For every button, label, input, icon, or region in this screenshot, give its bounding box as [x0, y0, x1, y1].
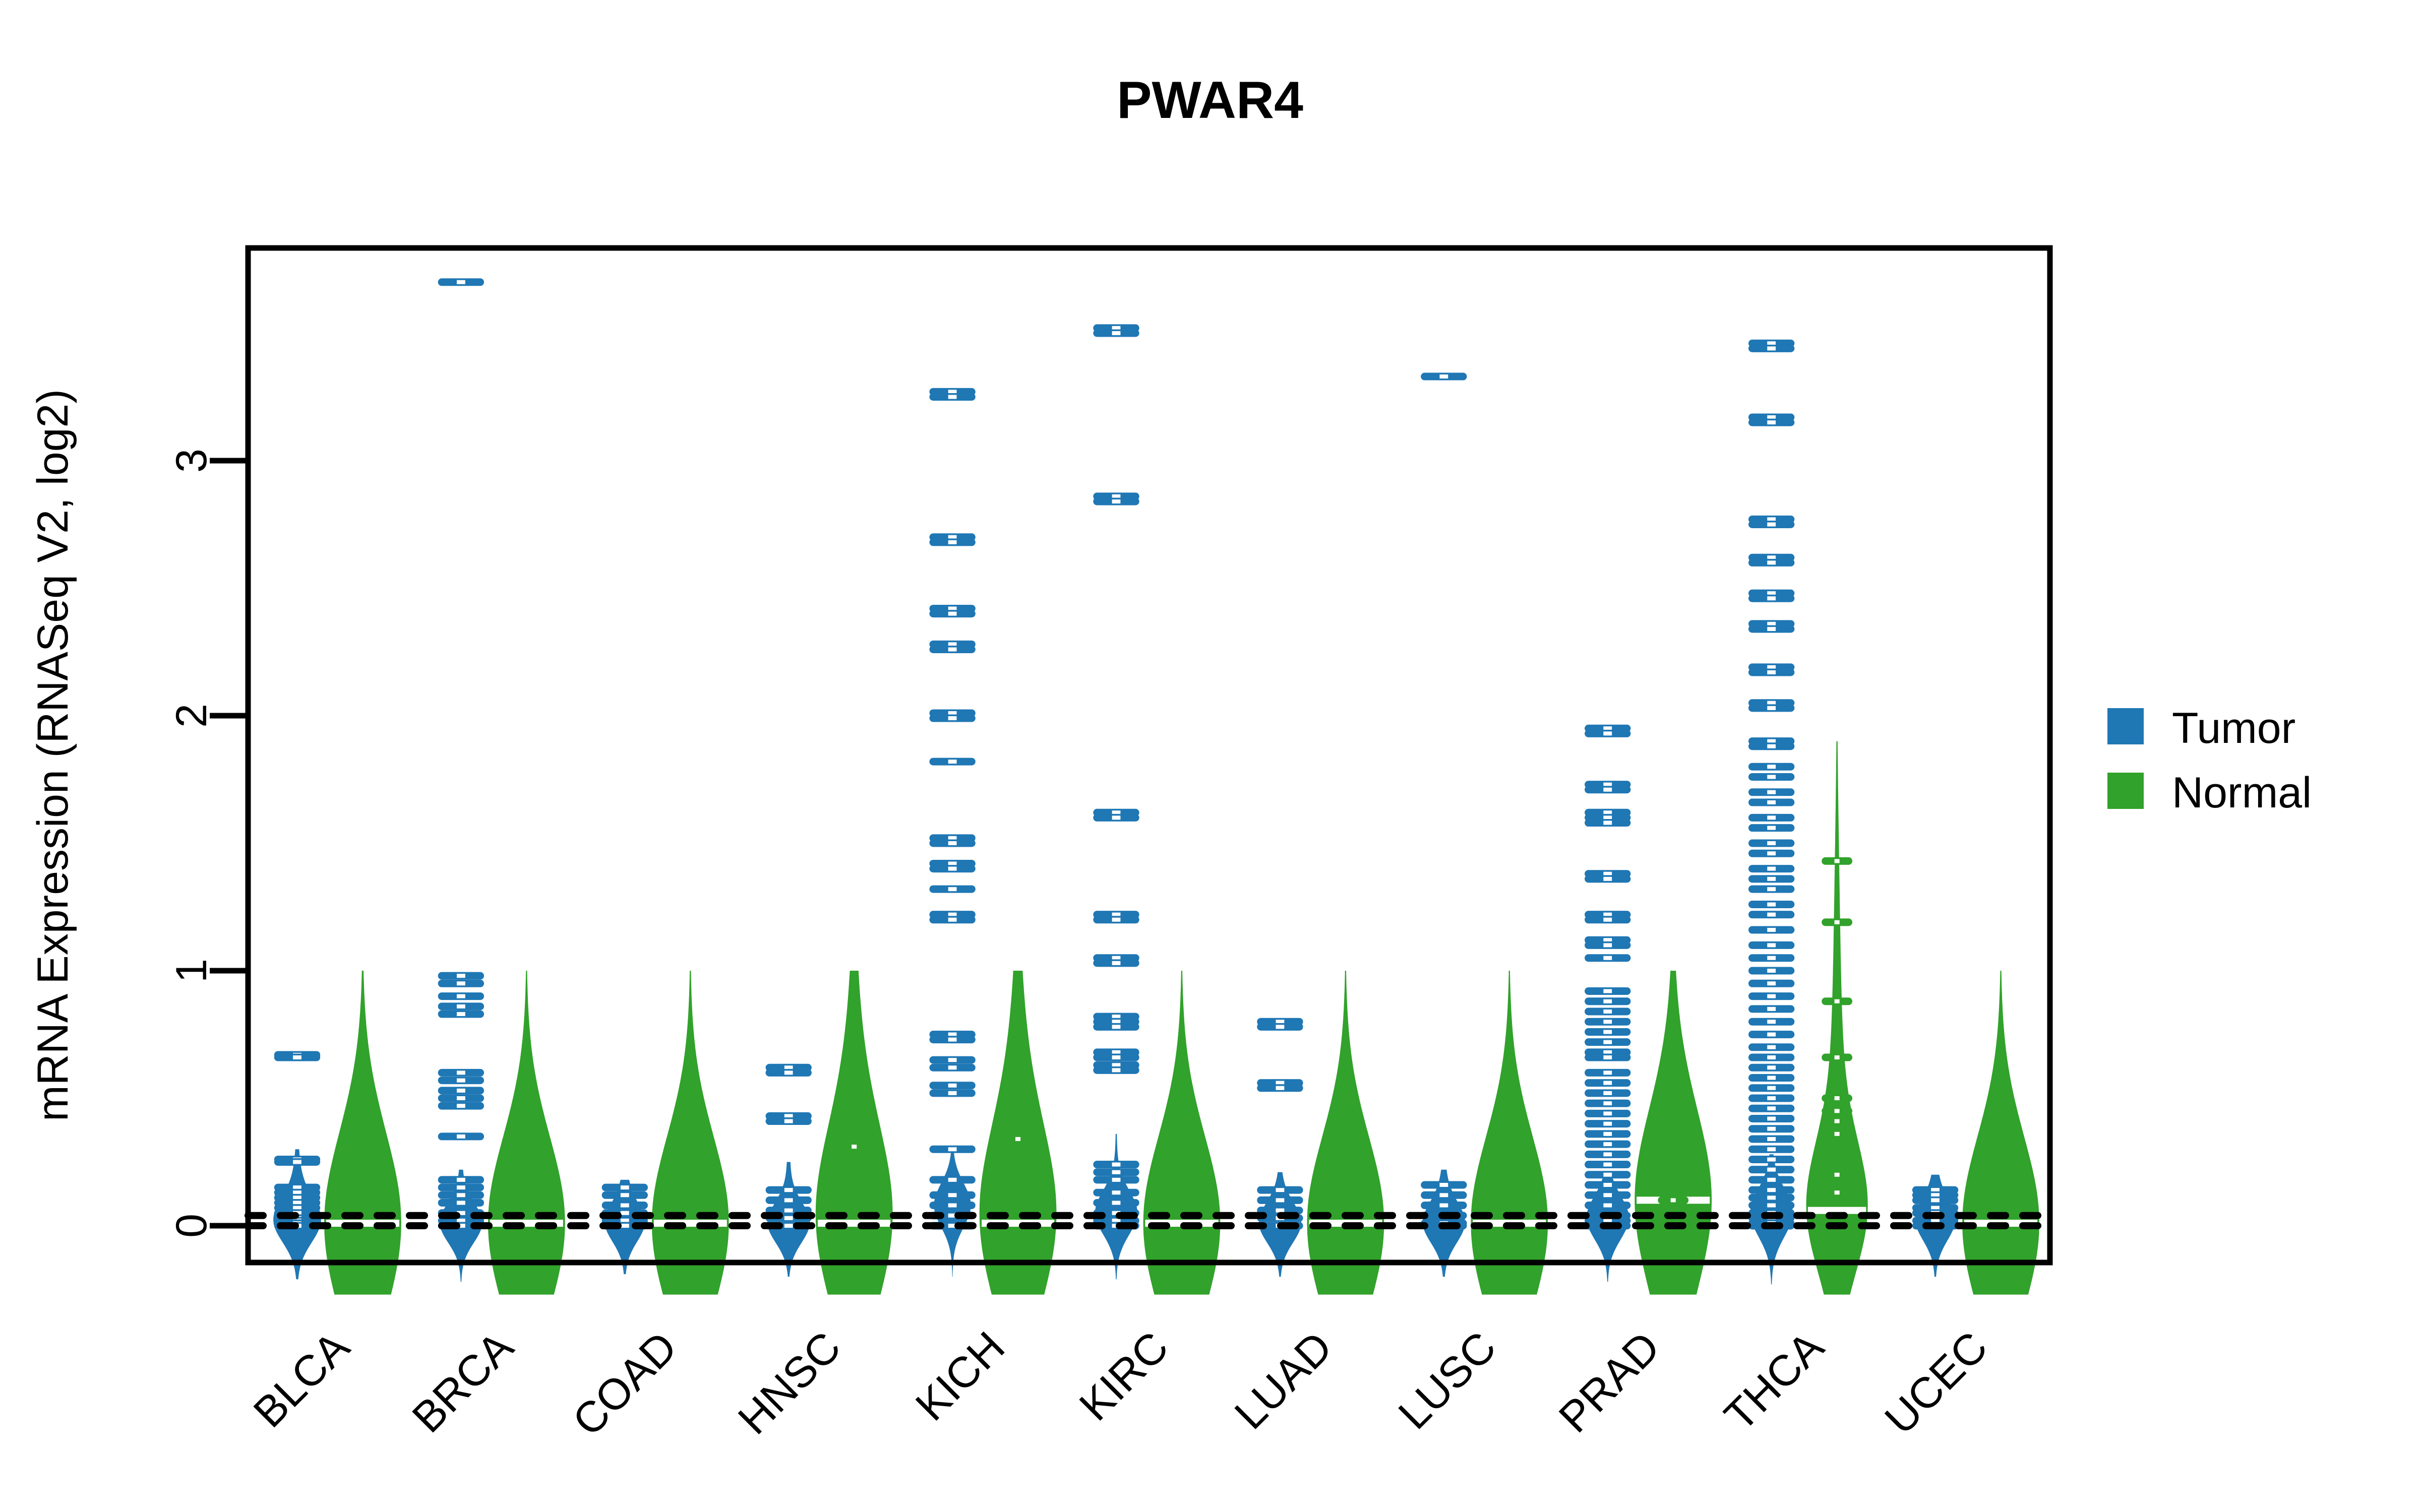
- y-tick-label: 1: [167, 959, 216, 983]
- y-tick-label: 0: [167, 1214, 216, 1238]
- y-axis-title: mRNA Expression (RNASeq V2, log2): [29, 389, 77, 1121]
- legend-swatch-tumor[interactable]: [2107, 708, 2144, 744]
- legend-label-tumor[interactable]: Tumor: [2172, 704, 2295, 752]
- beanplot-svg: 0123mRNA Expression (RNASeq V2, log2)BLC…: [0, 0, 2420, 1512]
- legend-swatch-normal[interactable]: [2107, 773, 2144, 809]
- chart-canvas: 0 1 2 3 mRNA Expression (RNASeq V2, log2) BLC…: [0, 0, 2420, 1512]
- legend-label-normal[interactable]: Normal: [2172, 769, 2312, 817]
- y-tick-label: 2: [167, 704, 216, 728]
- y-tick-label: 3: [167, 449, 216, 473]
